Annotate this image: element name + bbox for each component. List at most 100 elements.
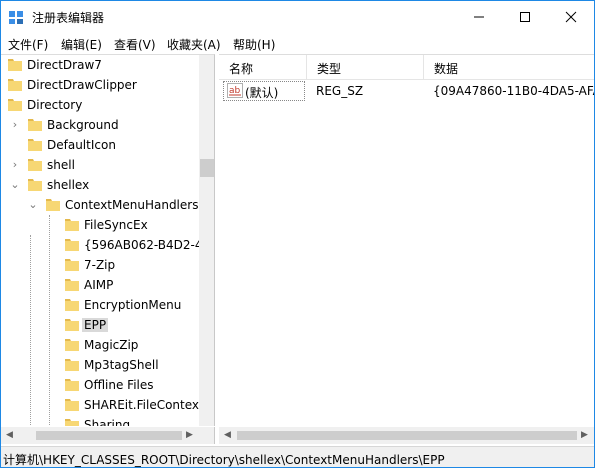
tree-item-label: EncryptionMenu: [84, 298, 182, 312]
menu-help[interactable]: 帮助(H): [233, 36, 275, 53]
tree-item-label: Mp3tagShell: [84, 358, 159, 372]
tree-item-label: shellex: [47, 178, 90, 192]
value-data: {09A47860-11B0-4DA5-AFA: [433, 84, 594, 98]
tree-vertical-scrollbar[interactable]: [199, 55, 214, 426]
chevron-right-icon[interactable]: ›: [10, 158, 20, 172]
tree-item-label: FileSyncEx: [84, 218, 148, 232]
minimize-icon: [474, 16, 484, 18]
folder-icon: [28, 159, 42, 171]
menu-edit[interactable]: 编辑(E): [61, 36, 102, 53]
tree-item[interactable]: EPP: [1, 315, 199, 335]
tree-item-label: Sharing: [84, 418, 131, 426]
scroll-thumb[interactable]: [200, 159, 214, 177]
tree-item-label: DirectDrawClipper: [27, 78, 137, 92]
tree-item[interactable]: Directory: [1, 95, 199, 115]
folder-icon: [8, 79, 22, 91]
menu-file[interactable]: 文件(F): [8, 36, 48, 53]
folder-icon: [65, 219, 79, 231]
list-header: 名称 类型 数据: [219, 55, 594, 80]
tree-item[interactable]: SHAREit.FileContextM: [1, 395, 199, 415]
folder-icon: [28, 179, 42, 191]
tree-item[interactable]: DirectDraw7: [1, 55, 199, 75]
folder-icon: [65, 279, 79, 291]
tree-item-label: MagicZip: [84, 338, 139, 352]
folder-icon: [65, 379, 79, 391]
tree-item-label: {596AB062-B4D2-42: [84, 238, 199, 252]
tree-item[interactable]: FileSyncEx: [1, 215, 199, 235]
folder-icon: [65, 359, 79, 371]
tree-item[interactable]: Offline Files: [1, 375, 199, 395]
scroll-left-arrow-icon[interactable]: ◀: [2, 428, 17, 443]
folder-icon: [8, 59, 22, 71]
tree-item-label: shell: [47, 158, 75, 172]
list-item[interactable]: ab (默认) REG_SZ {09A47860-11B0-4DA5-AFA: [219, 81, 594, 101]
chevron-right-icon[interactable]: ›: [10, 118, 20, 132]
tree-item-label: SHAREit.FileContextM: [84, 398, 199, 412]
tree-item-label: Offline Files: [84, 378, 154, 392]
folder-icon: [28, 139, 42, 151]
tree-item-label: 7-Zip: [84, 258, 116, 272]
tree-item[interactable]: ⌄ ContextMenuHandlers: [1, 195, 199, 215]
menu-bar: 文件(F) 编辑(E) 查看(V) 收藏夹(A) 帮助(H): [1, 33, 594, 53]
tree-item-label: EPP: [82, 318, 109, 332]
column-header-type[interactable]: 类型: [307, 55, 424, 80]
scroll-right-arrow-icon[interactable]: ▶: [182, 428, 197, 443]
menu-view[interactable]: 查看(V): [114, 36, 156, 53]
maximize-icon: [520, 12, 530, 22]
tree-item[interactable]: DirectDrawClipper: [1, 75, 199, 95]
title-bar[interactable]: 注册表编辑器: [1, 1, 594, 33]
tree-item-label: Directory: [27, 98, 83, 112]
folder-icon: [65, 259, 79, 271]
scroll-thumb[interactable]: [237, 431, 577, 440]
tree-item[interactable]: {596AB062-B4D2-42: [1, 235, 199, 255]
maximize-button[interactable]: [502, 1, 548, 33]
tree-item[interactable]: Sharing: [1, 415, 199, 426]
tree-item[interactable]: Mp3tagShell: [1, 355, 199, 375]
string-value-icon: ab: [227, 83, 243, 98]
folder-icon: [46, 199, 60, 211]
tree-item[interactable]: MagicZip: [1, 335, 199, 355]
minimize-button[interactable]: [456, 1, 502, 33]
tree-item[interactable]: › shell: [1, 155, 199, 175]
tree-item-label: ContextMenuHandlers: [65, 198, 199, 212]
scroll-thumb[interactable]: [36, 431, 182, 440]
scroll-right-arrow-icon[interactable]: ▶: [577, 428, 592, 443]
value-type: REG_SZ: [316, 84, 364, 98]
tree-item-label: Background: [47, 118, 119, 132]
folder-icon: [65, 399, 79, 411]
column-header-data[interactable]: 数据: [424, 55, 594, 80]
registry-editor-window: 注册表编辑器 文件(F) 编辑(E) 查看(V) 收藏夹(A) 帮助(H) Di…: [0, 0, 595, 468]
folder-icon: [8, 99, 22, 111]
list-horizontal-scrollbar[interactable]: ◀ ▶: [219, 427, 594, 444]
menu-favorites[interactable]: 收藏夹(A): [167, 36, 221, 53]
status-bar: 计算机\HKEY_CLASSES_ROOT\Directory\shellex\…: [1, 446, 594, 467]
tree-item[interactable]: 7-Zip: [1, 255, 199, 275]
values-list[interactable]: 名称 类型 数据 ab (默认) REG_SZ {09A47860-11B0-4…: [219, 54, 594, 427]
tree-item-label: DirectDraw7: [27, 58, 102, 72]
key-path: 计算机\HKEY_CLASSES_ROOT\Directory\shellex\…: [3, 453, 445, 467]
folder-icon: [65, 239, 79, 251]
tree-item[interactable]: › Background: [1, 115, 199, 135]
folder-icon: [65, 339, 79, 351]
scroll-left-arrow-icon[interactable]: ◀: [220, 428, 235, 443]
tree-horizontal-scrollbar[interactable]: ◀ ▶: [1, 427, 215, 444]
chevron-down-icon[interactable]: ⌄: [28, 198, 38, 212]
tree-item-label: AIMP: [84, 278, 114, 292]
window-title: 注册表编辑器: [32, 11, 105, 25]
folder-icon: [28, 119, 42, 131]
close-button[interactable]: [548, 1, 594, 33]
tree-item-label: DefaultIcon: [47, 138, 116, 152]
folder-icon: [65, 299, 79, 311]
tree-item[interactable]: EncryptionMenu: [1, 295, 199, 315]
chevron-down-icon[interactable]: ⌄: [10, 178, 20, 192]
folder-icon: [65, 419, 79, 426]
close-icon: [565, 11, 577, 23]
tree-item[interactable]: ⌄ shellex: [1, 175, 199, 195]
tree-item[interactable]: DefaultIcon: [1, 135, 199, 155]
registry-tree[interactable]: DirectDraw7 DirectDrawClipper Directory › Ba…: [1, 54, 215, 426]
tree-item[interactable]: AIMP: [1, 275, 199, 295]
column-header-name[interactable]: 名称: [219, 55, 307, 80]
value-name: (默认): [245, 86, 279, 100]
folder-icon: [65, 319, 79, 331]
registry-app-icon: [9, 11, 23, 24]
